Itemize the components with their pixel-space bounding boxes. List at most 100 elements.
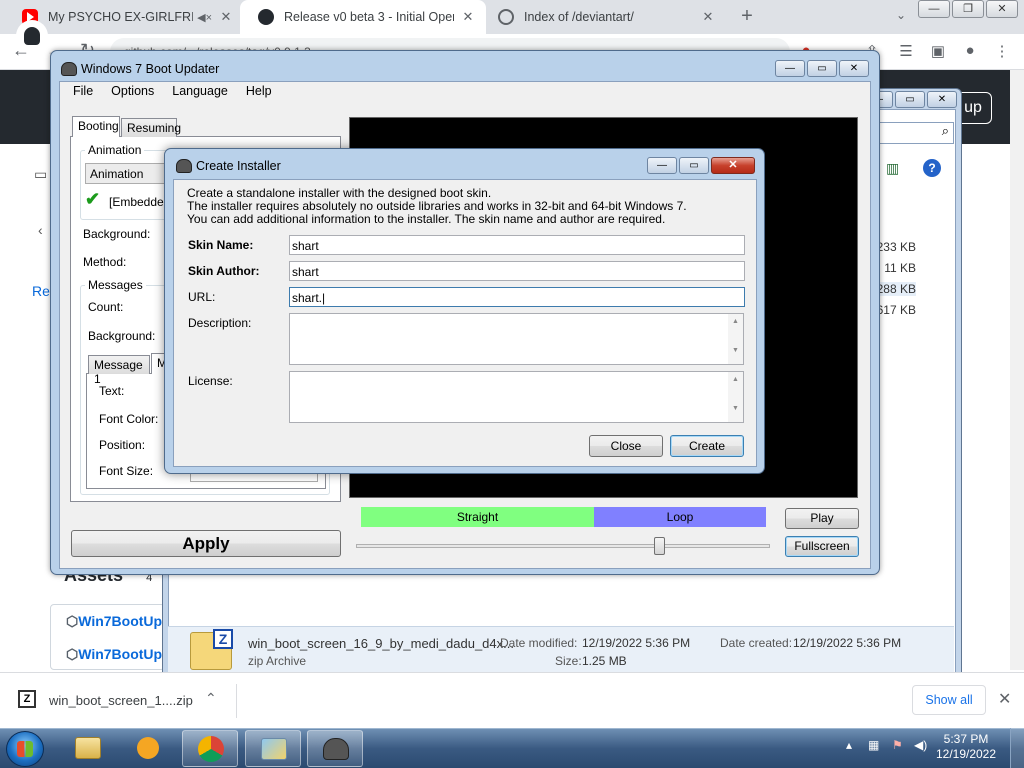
asset-link[interactable]: ⬡Win7BootUp [66,646,162,663]
asset-link[interactable]: ⬡Win7BootUp [66,613,162,630]
background-label: Background: [83,227,151,241]
new-tab-button[interactable]: + [735,4,759,28]
action-center-icon[interactable]: ⚑ [892,738,903,752]
taskbar-boot-updater[interactable] [307,730,363,767]
taskbar-chrome[interactable] [182,730,238,767]
segment-loop[interactable]: Loop [594,507,766,527]
page-scrollbar[interactable] [1010,70,1024,670]
tab-title: My PSYCHO EX-GIRLFRIEND [48,10,194,24]
animation-group-title: Animation [85,143,145,157]
date-modified-value: 12/19/2022 5:36 PM [582,636,691,650]
details-file-type: zip Archive [248,654,307,668]
restore-button[interactable]: ❐ [952,0,984,18]
skin-name-input[interactable]: shart [289,235,745,255]
chevron-up-icon[interactable]: ⌃ [205,690,217,707]
taskbar-paint[interactable] [245,730,301,767]
menu-file[interactable]: File [64,84,102,98]
reading-list-icon[interactable]: ☰ [896,42,916,62]
close-download-bar-icon[interactable]: ✕ [998,689,1011,709]
method-label: Method: [83,255,127,269]
play-button[interactable]: Play [785,508,859,529]
preview-pane-icon[interactable]: ▥ [886,160,899,177]
close-button[interactable]: Close [589,435,663,457]
show-all-button[interactable]: Show all [912,685,986,715]
taskbar-media-player[interactable] [120,730,176,767]
search-icon[interactable]: ⌕ [878,122,954,144]
profile-avatar-icon[interactable]: ● [960,42,980,62]
text-label: Text: [99,384,125,398]
description-label: Description: [188,316,252,330]
browser-tab-github[interactable]: Release v0 beta 3 - Initial Open-S ✕ [240,0,486,34]
create-button[interactable]: Create [670,435,744,457]
code-icon[interactable]: ▭ [34,166,47,183]
font-color-label: Font Color: [99,412,159,426]
window-controls: — ▭ ✕ [775,60,869,77]
tab-search-chevron-icon[interactable]: ⌄ [896,8,916,22]
details-file-name: win_boot_screen_16_9_by_medi_dadu_d4x... [248,636,514,651]
maximize-button[interactable]: ▭ [679,157,709,174]
taskbar-clock[interactable]: 5:37 PM 12/19/2022 [934,732,998,762]
url-input[interactable]: shart.| [289,287,745,307]
skin-author-input[interactable]: shart [289,261,745,281]
browser-window-controls: — ❐ ✕ [918,0,1018,18]
frame-slider-track[interactable] [356,544,770,548]
skin-name-label: Skin Name: [188,238,254,252]
side-panel-icon[interactable]: ▣ [928,42,948,62]
minimize-button[interactable]: — [647,157,677,174]
start-button[interactable] [6,731,44,767]
show-desktop-button[interactable] [1010,728,1024,768]
tab-message-1[interactable]: Message 1 [88,355,150,386]
menu-language[interactable]: Language [163,84,237,98]
minimize-button[interactable]: — [775,60,805,77]
maximize-button[interactable]: ▭ [807,60,837,77]
close-button[interactable]: ✕ [711,157,755,174]
dialog-title: Create Installer [196,159,281,173]
dialog-app-icon [176,159,192,173]
license-label: License: [188,374,233,388]
menu-bar: File Options Language Help [64,84,281,98]
skin-author-label: Skin Author: [188,264,260,278]
taskbar-explorer[interactable] [60,730,116,767]
close-tab-icon[interactable]: ✕ [700,9,716,25]
download-file-name[interactable]: win_boot_screen_1....zip [49,693,193,708]
github-icon [258,9,274,25]
animation-dropdown-value: Animation [90,167,144,181]
close-tab-icon[interactable]: ✕ [460,9,476,25]
github-logo-icon[interactable] [16,20,48,52]
url-label: URL: [188,290,216,304]
browser-tab-strip: My PSYCHO EX-GIRLFRIEND ◀× ✕ Release v0 … [0,0,1024,34]
minimize-button[interactable]: — [918,0,950,18]
frame-slider-thumb[interactable] [654,537,665,555]
maximize-button[interactable]: ▭ [895,91,925,108]
close-window-button[interactable]: ✕ [986,0,1018,18]
menu-help[interactable]: Help [237,84,281,98]
help-icon[interactable]: ? [923,159,941,177]
tray-expand-icon[interactable]: ▴ [846,738,852,752]
volume-icon[interactable]: ◀) [914,738,927,752]
close-button[interactable]: ✕ [927,91,957,108]
browser-tab-index[interactable]: Index of /deviantart/ ✕ [480,0,726,34]
segment-straight[interactable]: Straight [361,507,594,527]
position-label: Position: [99,438,146,452]
menu-options[interactable]: Options [102,84,163,98]
tab-title: Index of /deviantart/ [524,10,634,24]
close-tab-icon[interactable]: ✕ [218,9,234,25]
dialog-window-controls: — ▭ ✕ [647,157,755,174]
tab-booting[interactable]: Booting [72,116,120,137]
muted-audio-icon[interactable]: ◀× [197,11,212,24]
date-modified-label: Date modified: [500,636,578,650]
network-icon[interactable]: ▦ [868,738,879,752]
close-button[interactable]: ✕ [839,60,869,77]
globe-icon [498,9,514,25]
github-left-column: ▭ ‹ [0,144,50,704]
browser-menu-icon[interactable]: ⋮ [992,42,1012,62]
license-textarea[interactable]: ▲ ▼ [289,371,744,423]
textarea-scrollbar[interactable]: ▲ ▼ [728,372,743,422]
textarea-scrollbar[interactable]: ▲ ▼ [728,314,743,364]
description-textarea[interactable]: ▲ ▼ [289,313,744,365]
package-icon: ⬡ [66,613,79,629]
chevron-left-icon[interactable]: ‹ [38,222,43,238]
apply-button[interactable]: Apply [71,530,341,557]
fullscreen-button[interactable]: Fullscreen [785,536,859,557]
tab-resuming[interactable]: Resuming [121,118,181,137]
